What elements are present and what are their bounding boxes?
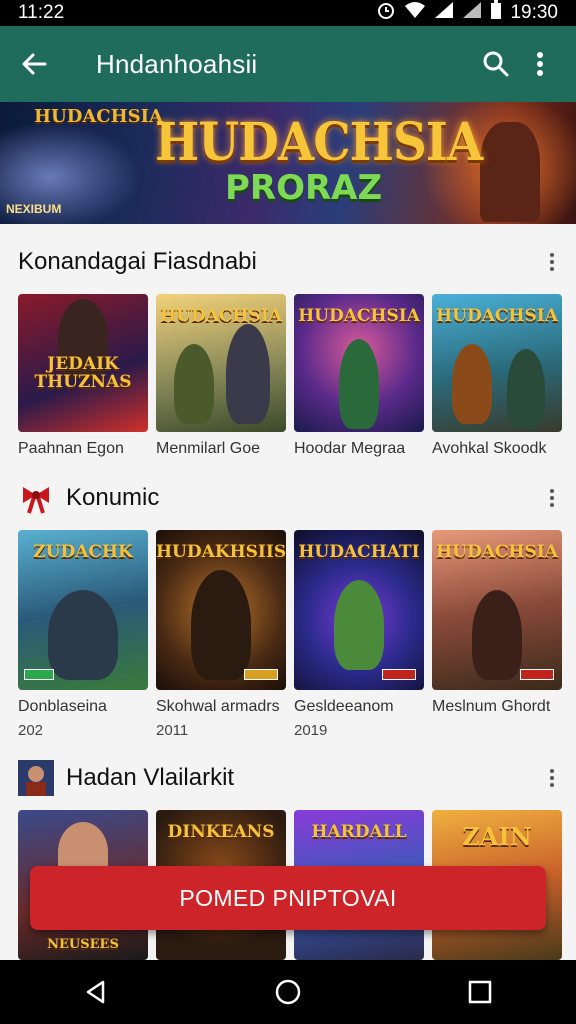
game-card[interactable]: HUDAKHSIIS Skohwal armadrs 2011 — [156, 530, 286, 739]
game-thumbnail: HUDACHSIA — [432, 530, 562, 690]
card-row: JEDAIK THUZNAS Paahnan Egon HUDACHSIA Me… — [0, 294, 576, 457]
game-card[interactable]: HUDACHSIA Meslnum Ghordt — [432, 530, 562, 722]
game-card[interactable]: HUDACHSIA Avohkal Skoodk — [432, 294, 562, 458]
thumbnail-art-title: ZUDACHK — [33, 542, 133, 562]
thumbnail-art-title: NEUSEES — [47, 937, 119, 952]
game-card[interactable]: JEDAIK THUZNAS Paahnan Egon — [18, 294, 148, 458]
status-time-right: 19:30 — [510, 2, 558, 23]
section-more-button[interactable] — [542, 248, 562, 276]
search-button[interactable] — [474, 42, 518, 86]
thumbnail-art-title: HUDACHATI — [298, 542, 420, 562]
game-card[interactable]: HUDACHSIA Menmilarl Goe — [156, 294, 286, 458]
system-nav-bar — [0, 960, 576, 1024]
section-title: Konandagai Fiasdnabi — [18, 248, 257, 275]
game-card[interactable]: HUDACHATI Gesldeeanom 2019 — [294, 530, 424, 739]
game-name: Meslnum Ghordt — [432, 698, 551, 715]
game-card[interactable]: HUDACHSIA Hoodar Megraa — [294, 294, 424, 458]
thumbnail-art-title: DINKEANS — [167, 822, 275, 842]
game-name: Hoodar Megraa — [294, 440, 406, 457]
banner-tag: NEXIBUM — [6, 202, 62, 216]
game-thumbnail: HUDACHATI — [294, 530, 424, 690]
avatar-thumbnail-icon — [18, 760, 54, 796]
game-thumbnail: HUDACHSIA — [294, 294, 424, 432]
status-icons: 19:30 — [376, 0, 558, 26]
banner-warrior — [480, 122, 540, 222]
banner-title: HUDACHSIA — [155, 112, 483, 173]
section-more-button[interactable] — [542, 484, 562, 512]
section-2: Konumic ZUDACHK Donblaseina 202 HUDAKHSI… — [0, 472, 576, 744]
card-row: ZUDACHK Donblaseina 202 HUDAKHSIIS Skohw… — [0, 530, 576, 750]
game-thumbnail: HUDACHSIA — [432, 294, 562, 432]
signal-icon — [434, 1, 454, 25]
thumbnail-art-title: HUDACHSIA — [436, 542, 558, 562]
section-title: Konumic — [66, 484, 160, 511]
section-1: Konandagai Fiasdnabi JEDAIK THUZNAS Paah… — [0, 236, 576, 457]
game-name: Skohwal armadrs — [156, 698, 280, 715]
game-thumbnail: ZUDACHK — [18, 530, 148, 690]
section-header: Konumic — [0, 472, 576, 524]
game-name: Gesldeeanom — [294, 698, 394, 715]
more-vert-icon — [537, 52, 543, 76]
status-bar: 11:22 19:30 — [0, 0, 576, 26]
game-card[interactable]: ZUDACHK Donblaseina 202 — [18, 530, 148, 739]
hero-banner[interactable]: HUDACHSIA HUDACHSIA PRORAZ NEXIBUM — [0, 102, 576, 224]
overflow-menu-button[interactable] — [518, 42, 562, 86]
section-header: Konandagai Fiasdnabi — [0, 236, 576, 288]
nav-recents-button[interactable] — [450, 962, 510, 1022]
game-thumbnail: HUDAKHSIIS — [156, 530, 286, 690]
banner-subtitle: PRORAZ — [225, 168, 383, 208]
thumbnail-art-title: ZAIN — [462, 822, 532, 851]
thumbnail-art-title: HUDACHSIA — [160, 306, 282, 326]
arrow-left-icon — [22, 53, 47, 75]
battery-icon — [490, 0, 502, 26]
thumbnail-art-title: HUDACHSIA — [298, 306, 420, 326]
game-name: Paahnan Egon — [18, 440, 124, 457]
alarm-icon — [376, 0, 396, 26]
game-name: Menmilarl Goe — [156, 440, 261, 457]
nav-home-button[interactable] — [258, 962, 318, 1022]
game-name: Donblaseina — [18, 698, 107, 715]
game-thumbnail: HUDACHSIA — [156, 294, 286, 432]
primary-action-button[interactable]: POMED PNIPTOVAI — [30, 866, 546, 930]
section-title: Hadan Vlailarkit — [66, 764, 235, 791]
section-header: Hadan Vlailarkit — [0, 752, 576, 804]
back-button[interactable] — [14, 44, 54, 84]
nav-back-button[interactable] — [66, 962, 126, 1022]
wifi-icon — [404, 1, 426, 25]
status-time: 11:22 — [18, 2, 65, 23]
game-year: 202 — [18, 722, 44, 739]
game-thumbnail: JEDAIK THUZNAS — [18, 294, 148, 432]
back-triangle-icon — [86, 980, 105, 1004]
game-year: 2019 — [294, 722, 328, 739]
thumbnail-art-title: HARDALL — [311, 822, 407, 842]
section-more-button[interactable] — [542, 764, 562, 792]
banner-small-logo: HUDACHSIA — [34, 106, 163, 127]
recents-square-icon — [468, 980, 492, 1004]
app-bar: Hndanhoahsii — [0, 26, 576, 102]
app-title: Hndanhoahsii — [96, 48, 258, 79]
home-circle-icon — [275, 979, 301, 1005]
thumbnail-art-title: JEDAIK THUZNAS — [34, 354, 132, 392]
search-icon — [483, 51, 509, 77]
signal-icon-2 — [462, 1, 482, 25]
thumbnail-art-title: HUDACHSIA — [436, 306, 558, 326]
game-name: Avohkal Skoodk — [432, 440, 547, 457]
gift-bow-icon — [18, 480, 54, 516]
thumbnail-art-title: HUDAKHSIIS — [156, 542, 286, 562]
game-year: 2011 — [156, 722, 189, 739]
